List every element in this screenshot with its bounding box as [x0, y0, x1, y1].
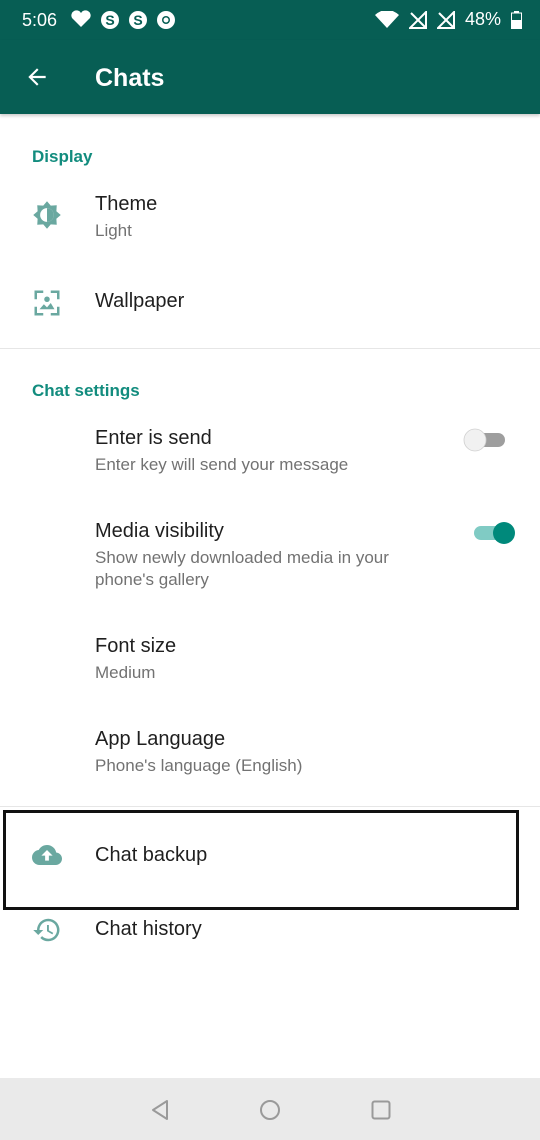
wallpaper-title: Wallpaper — [95, 290, 185, 312]
chrome-icon — [157, 11, 175, 29]
nav-recents-icon[interactable] — [369, 1098, 393, 1122]
theme-setting[interactable]: Theme Light — [0, 180, 540, 260]
nav-home-icon[interactable] — [258, 1098, 282, 1122]
system-icons: 48% — [374, 9, 522, 30]
status-bar: 5:06 S S 48% — [0, 0, 540, 40]
app-s-icon: S — [101, 11, 119, 29]
no-signal-icon — [436, 10, 455, 29]
app-s-icon: S — [129, 11, 147, 29]
heart-icon — [71, 10, 91, 27]
svg-text:S: S — [105, 12, 114, 28]
media-visibility-toggle[interactable] — [472, 521, 516, 545]
nav-back-icon[interactable] — [148, 1098, 172, 1122]
highlight-box — [3, 810, 519, 910]
status-time: 5:06 — [22, 10, 58, 30]
enter-is-send-subtitle: Enter key will send your message — [95, 455, 349, 474]
media-visibility-setting[interactable]: Media visibility Show newly downloaded m… — [0, 508, 540, 603]
section-header-display: Display — [32, 147, 93, 166]
notification-icons: S S — [70, 10, 176, 30]
brightness-icon — [33, 201, 61, 229]
page-title: Chats — [95, 64, 165, 92]
theme-title: Theme — [95, 193, 158, 215]
app-language-value: Phone's language (English) — [95, 756, 303, 775]
chat-history-setting[interactable]: Chat history — [0, 910, 540, 950]
back-arrow-icon[interactable] — [24, 64, 50, 90]
battery-percent: 48% — [464, 9, 501, 29]
wallpaper-setting[interactable]: Wallpaper — [0, 270, 540, 334]
navigation-bar — [0, 1078, 540, 1140]
app-language-title: App Language — [95, 728, 226, 750]
enter-is-send-title: Enter is send — [95, 427, 212, 449]
wallpaper-icon — [34, 290, 60, 316]
battery-icon — [511, 10, 522, 29]
svg-text:S: S — [133, 12, 142, 28]
enter-is-send-toggle[interactable] — [463, 428, 507, 452]
section-divider — [0, 348, 540, 349]
enter-is-send-setting[interactable]: Enter is send Enter key will send your m… — [0, 415, 540, 495]
font-size-value: Medium — [95, 663, 156, 682]
theme-value: Light — [95, 221, 132, 240]
media-visibility-subtitle-2: phone's gallery — [95, 570, 209, 589]
chat-history-title: Chat history — [95, 918, 202, 940]
section-header-chat-settings: Chat settings — [32, 381, 140, 400]
app-language-setting[interactable]: App Language Phone's language (English) — [0, 716, 540, 791]
font-size-title: Font size — [95, 635, 177, 657]
font-size-setting[interactable]: Font size Medium — [0, 623, 540, 698]
media-visibility-title: Media visibility — [95, 520, 224, 542]
media-visibility-subtitle: Show newly downloaded media in your — [95, 548, 389, 567]
wifi-icon — [374, 10, 399, 28]
history-icon — [33, 918, 60, 942]
section-divider — [0, 806, 540, 807]
no-signal-icon — [408, 10, 427, 29]
app-bar: Chats — [0, 40, 540, 114]
